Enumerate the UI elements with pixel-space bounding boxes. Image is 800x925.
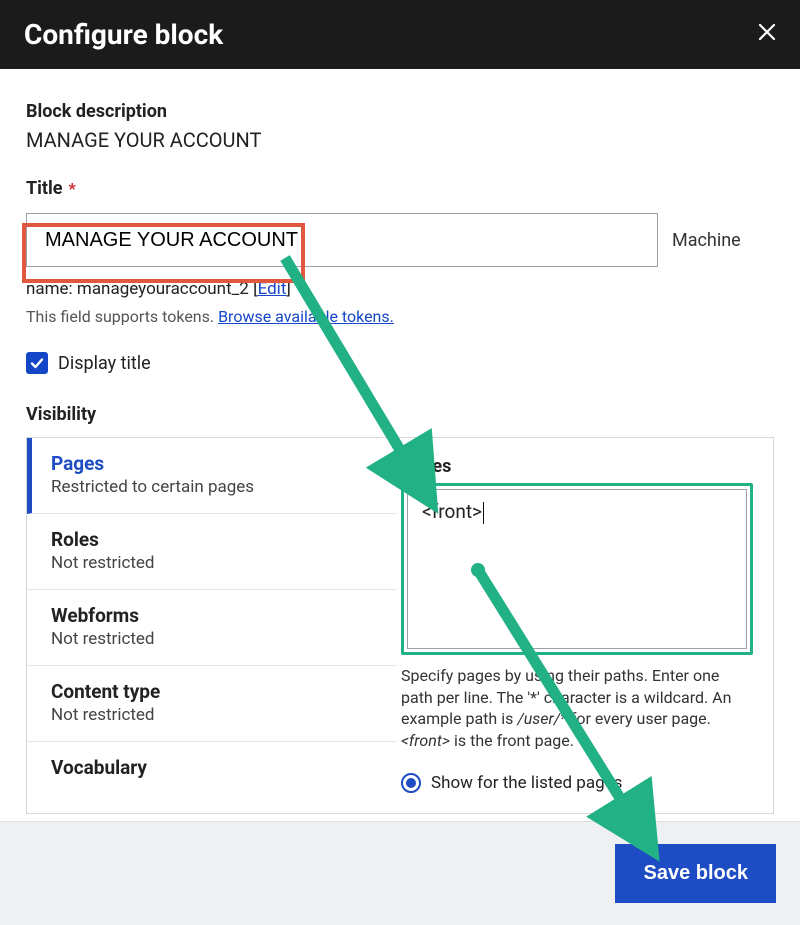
pages-textarea[interactable]: <front> — [407, 489, 747, 649]
tab-webforms-title: Webforms — [51, 604, 373, 627]
display-title-row[interactable]: Display title — [26, 352, 774, 374]
tokens-help: This field supports tokens. Browse avail… — [26, 307, 774, 326]
machine-name-value: manageyouraccount_2 — [77, 279, 249, 299]
block-description-label: Block description — [26, 101, 774, 122]
tab-pages[interactable]: Pages Restricted to certain pages — [27, 438, 397, 514]
close-button[interactable] — [758, 23, 776, 46]
tab-vocabulary-title: Vocabulary — [51, 756, 373, 779]
annotation-pages-highlight: <front> — [401, 483, 753, 655]
pages-field-label: Pages — [401, 456, 753, 477]
display-title-label: Display title — [58, 353, 151, 374]
tab-content-type-sub: Not restricted — [51, 705, 373, 725]
tab-content-type[interactable]: Content type Not restricted — [27, 666, 397, 742]
close-icon — [758, 23, 776, 41]
tab-roles[interactable]: Roles Not restricted — [27, 514, 397, 590]
tab-content-pages: Pages <front> Specify pages by using the… — [397, 438, 773, 813]
text-caret — [483, 502, 484, 524]
machine-name-label: Machine — [672, 230, 741, 251]
pages-radio-show[interactable]: Show for the listed pages — [401, 773, 753, 793]
tab-content-type-title: Content type — [51, 680, 373, 703]
machine-name-line: name: manageyouraccount_2 [Edit] — [26, 279, 774, 299]
modal-title: Configure block — [24, 18, 223, 51]
title-label: Title — [26, 178, 63, 199]
block-description-value: MANAGE YOUR ACCOUNT — [26, 128, 774, 152]
modal-content[interactable]: Block description MANAGE YOUR ACCOUNT Ti… — [0, 69, 800, 821]
tab-webforms-sub: Not restricted — [51, 629, 373, 649]
edit-machine-name-link[interactable]: Edit — [258, 279, 287, 299]
pages-help-post: is the front page. — [450, 731, 574, 750]
pages-radio-show-label: Show for the listed pages — [431, 773, 622, 793]
modal-header: Configure block — [0, 0, 800, 69]
tab-pages-sub: Restricted to certain pages — [51, 477, 373, 497]
tab-roles-title: Roles — [51, 528, 373, 551]
browse-tokens-link[interactable]: Browse available tokens. — [218, 307, 394, 326]
tab-pages-title: Pages — [51, 452, 373, 475]
tab-webforms[interactable]: Webforms Not restricted — [27, 590, 397, 666]
configure-block-modal: Configure block Block description MANAGE… — [0, 0, 800, 925]
radio-selected-icon — [401, 773, 421, 793]
save-block-button[interactable]: Save block — [615, 844, 776, 903]
tab-roles-sub: Not restricted — [51, 553, 373, 573]
machine-name-edit-wrap: [Edit] — [253, 279, 291, 299]
modal-footer: Save block — [0, 821, 800, 925]
visibility-label: Visibility — [26, 404, 774, 425]
pages-help-text: Specify pages by using their paths. Ente… — [401, 665, 753, 751]
title-input[interactable] — [26, 213, 658, 267]
tab-vocabulary[interactable]: Vocabulary — [27, 742, 397, 797]
required-marker: * — [69, 179, 76, 198]
visibility-tabs: Pages Restricted to certain pages Roles … — [27, 438, 397, 813]
pages-textarea-value: <front> — [422, 500, 482, 523]
machine-name-prefix: name: — [26, 279, 77, 299]
pages-help-mid: for every user page. — [567, 709, 711, 728]
visibility-panel: Pages Restricted to certain pages Roles … — [26, 437, 774, 814]
tokens-text: This field supports tokens. — [26, 307, 214, 326]
pages-help-path1: /user/* — [517, 709, 567, 728]
checkmark-icon — [29, 355, 45, 371]
display-title-checkbox[interactable] — [26, 352, 48, 374]
pages-help-path2: <front> — [401, 731, 450, 750]
